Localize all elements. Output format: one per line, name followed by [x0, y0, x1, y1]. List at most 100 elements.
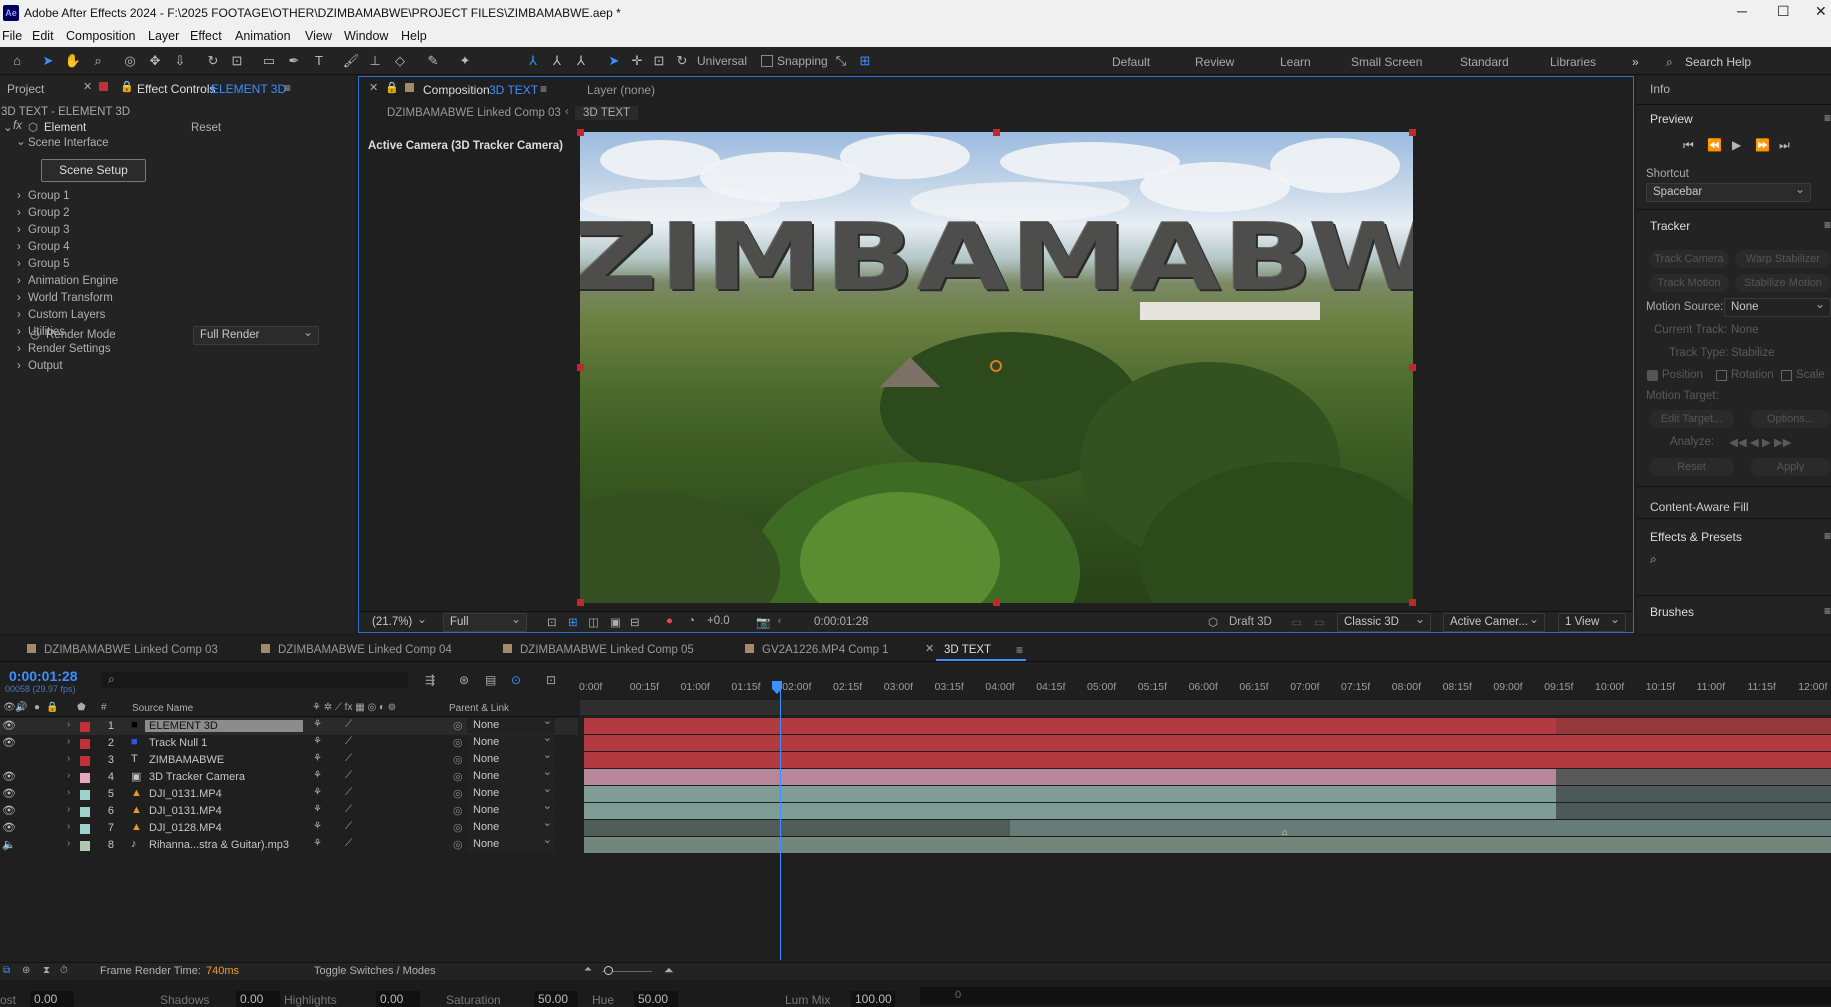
frame-blending-icon[interactable]: ▤ — [485, 673, 496, 687]
prev-frame-icon[interactable]: ⏪ — [1707, 138, 1722, 152]
bounding-handle-r[interactable] — [1409, 364, 1416, 371]
shortcut-dropdown[interactable]: Spacebar — [1646, 181, 1811, 202]
work-area-bar[interactable] — [580, 700, 1831, 715]
property-group-10[interactable]: Render Settings — [28, 343, 110, 355]
property-group-7[interactable]: World Transform — [28, 292, 113, 304]
workspace-libraries[interactable]: Libraries — [1550, 55, 1596, 69]
search-help-input[interactable]: Search Help — [1685, 55, 1751, 69]
layer-bar-tail[interactable] — [1556, 718, 1831, 734]
table-row[interactable]: 👁 › 2 ■ Track Null 1 ⚘ ⟋ ◎ None — [0, 731, 578, 752]
parent-link-header[interactable]: Parent & Link — [449, 703, 509, 714]
pick-whip-icon[interactable]: ◎ — [453, 770, 463, 783]
camera-view-dropdown[interactable]: Active Camer... — [1443, 611, 1545, 632]
bounding-handle-tr[interactable] — [1409, 129, 1416, 136]
layer-duration-bar[interactable] — [584, 752, 1831, 768]
eye-icon[interactable]: 👁 — [2, 821, 16, 834]
play-icon[interactable]: ▶ — [1732, 138, 1741, 152]
menu-composition[interactable]: Composition — [66, 29, 135, 43]
layer-duration-bar[interactable] — [584, 820, 1010, 836]
3d-scale-icon[interactable]: ⊡ — [650, 52, 668, 70]
layer-expand-chevron-icon[interactable]: › — [67, 753, 70, 764]
home-icon[interactable]: ⌂ — [8, 52, 26, 70]
zoom-slider-handle[interactable] — [604, 966, 613, 975]
current-track-value[interactable]: None — [1731, 324, 1759, 336]
info-panel-title[interactable]: Info — [1650, 82, 1670, 96]
quality-switch-icon[interactable]: ⟋ — [345, 719, 352, 730]
in-out-toggle-icon[interactable]: ⧗ — [43, 965, 50, 976]
group-chevron-icon[interactable]: › — [17, 309, 21, 321]
roto-brush-icon[interactable]: ✎ — [424, 52, 442, 70]
shy-switch-icon[interactable]: ⚘ — [313, 770, 322, 781]
table-row[interactable]: 👁 › 5 ▲ DJI_0131.MP4 ⚘ ⟋ ◎ None — [0, 782, 578, 803]
exposure-value[interactable]: +0.0 — [707, 615, 730, 627]
quality-switch-icon[interactable]: ⟋ — [345, 838, 352, 849]
close-3d-text-tab-icon[interactable]: ✕ — [925, 642, 934, 655]
effects-menu-icon[interactable]: ≡ — [1824, 529, 1831, 543]
current-time-indicator[interactable] — [780, 690, 781, 960]
timeline-tab-3[interactable]: DZIMBAMABWE Linked Comp 05 — [503, 644, 694, 656]
warp-stabilizer-button[interactable]: Warp Stabilizer — [1735, 250, 1831, 268]
group-chevron-icon[interactable]: › — [17, 292, 21, 304]
bounding-handle-br[interactable] — [1409, 599, 1416, 606]
region-of-interest-icon[interactable]: ▣ — [610, 615, 621, 629]
hand-tool-icon[interactable]: ✋ — [64, 52, 82, 70]
group-chevron-icon[interactable]: › — [17, 360, 21, 372]
anchor-point-icon[interactable] — [990, 360, 1002, 372]
view-axis-icon[interactable]: ⅄ — [572, 52, 590, 70]
rectangle-tool-icon[interactable]: ▭ — [260, 52, 278, 70]
puppet-tool-icon[interactable]: ✦ — [456, 52, 474, 70]
layer-name[interactable]: DJI_0131.MP4 — [149, 788, 222, 800]
content-aware-fill-title[interactable]: Content-Aware Fill — [1650, 500, 1748, 514]
property-group-3[interactable]: Group 3 — [28, 224, 70, 236]
track-camera-button[interactable]: Track Camera — [1649, 250, 1729, 268]
edit-target-button[interactable]: Edit Target... — [1649, 410, 1734, 428]
parent-dropdown[interactable]: None — [467, 833, 555, 853]
table-row[interactable]: 👁 › 4 ▣ 3D Tracker Camera ⚘ ⟋ ◎ None — [0, 765, 578, 786]
layer-label-swatch[interactable] — [80, 756, 90, 766]
layer-name[interactable]: Rihanna...stra & Guitar).mp3 — [149, 839, 289, 851]
rotation-checkbox[interactable] — [1716, 370, 1727, 381]
layer-expand-chevron-icon[interactable]: › — [67, 821, 70, 832]
scene-interface-chevron-icon[interactable]: ⌄ — [16, 134, 26, 148]
table-row[interactable]: › 3 T ZIMBAMABWE ⚘ ⟋ ◎ None — [0, 748, 578, 769]
group-chevron-icon[interactable]: › — [17, 343, 21, 355]
layer-name[interactable]: ZIMBAMABWE — [149, 754, 224, 766]
renderer-dropdown[interactable]: Classic 3D — [1337, 611, 1431, 632]
bounding-handle-l[interactable] — [577, 364, 584, 371]
layer-name[interactable]: Track Null 1 — [149, 737, 207, 749]
layer-name[interactable]: ELEMENT 3D — [145, 720, 303, 732]
group-chevron-icon[interactable]: › — [17, 224, 21, 236]
workspace-standard[interactable]: Standard — [1460, 55, 1509, 69]
next-frame-icon[interactable]: ⏩ — [1755, 138, 1770, 152]
motion-source-dropdown[interactable]: None — [1724, 296, 1831, 317]
close-icon[interactable]: ✕ — [1815, 3, 1827, 20]
options-button[interactable]: Options... — [1750, 410, 1831, 428]
shy-switch-icon[interactable]: ⚘ — [313, 838, 322, 849]
layer-duration-bar[interactable] — [584, 803, 1556, 819]
rotation-tool-icon[interactable]: ↻ — [204, 52, 222, 70]
pick-whip-icon[interactable]: ◎ — [453, 719, 463, 732]
property-group-5[interactable]: Group 5 — [28, 258, 70, 270]
layer-duration-bar[interactable] — [584, 735, 1831, 751]
magnification-dropdown[interactable]: (21.7%) — [365, 611, 433, 632]
table-row[interactable]: 👁 › 1 ■ ELEMENT 3D ⚘ ⟋ ◎ None — [0, 714, 578, 735]
group-chevron-icon[interactable]: › — [17, 275, 21, 287]
menu-window[interactable]: Window — [344, 29, 388, 43]
menu-layer[interactable]: Layer — [148, 29, 179, 43]
lock-icon[interactable]: 🔒 — [120, 80, 134, 93]
group-chevron-icon[interactable]: › — [17, 326, 21, 338]
show-snapshot-icon[interactable]: ◐ — [777, 615, 784, 627]
layer-label-swatch[interactable] — [80, 824, 90, 834]
effect-toggle-icon[interactable]: ⌄ — [3, 120, 13, 134]
group-chevron-icon[interactable]: › — [17, 207, 21, 219]
layer-expand-chevron-icon[interactable]: › — [67, 787, 70, 798]
effects-presets-title[interactable]: Effects & Presets — [1650, 530, 1742, 544]
scene-setup-button[interactable]: Scene Setup — [41, 159, 146, 182]
world-axis-icon[interactable]: ⅄ — [548, 52, 566, 70]
zoom-in-icon[interactable]: ⏶ — [664, 963, 674, 978]
layer-expand-chevron-icon[interactable]: › — [67, 838, 70, 849]
last-frame-icon[interactable]: ⏭ — [1779, 138, 1790, 153]
close-project-tab-icon[interactable]: ✕ — [83, 80, 92, 93]
mask-visibility-icon[interactable]: ◫ — [588, 615, 599, 629]
comp-mini-flowchart-icon[interactable]: ⇶ — [425, 673, 435, 687]
